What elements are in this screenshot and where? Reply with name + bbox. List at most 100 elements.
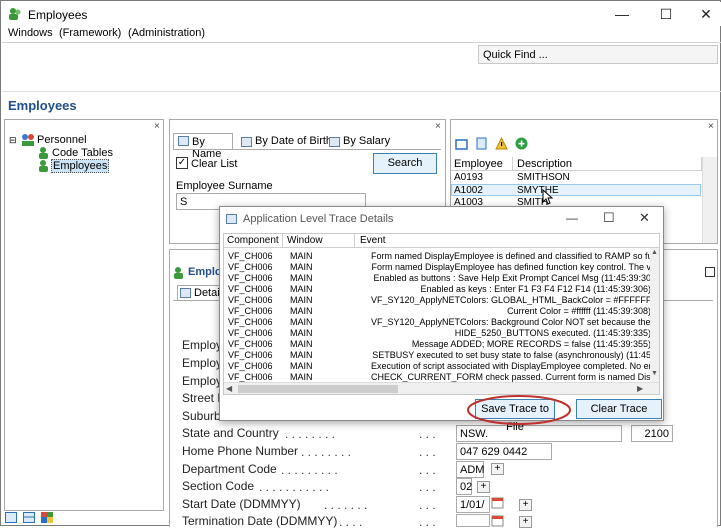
grid-view-icon[interactable] <box>23 512 35 523</box>
start-date-lookup-button[interactable]: + <box>519 499 532 511</box>
leader-dots: . . . <box>419 427 436 441</box>
close-icon[interactable]: × <box>708 121 714 132</box>
main-window: Employees — ☐ ✕ Windows (Framework) (Adm… <box>0 0 721 529</box>
menu-administration[interactable]: (Administration) <box>128 27 205 39</box>
trace-grid: Component Window Event VF_CH006 MAIN Form … <box>223 233 660 395</box>
trace-horizontal-scrollbar[interactable]: ◀ ▶ <box>224 382 659 394</box>
close-icon[interactable]: × <box>154 121 160 132</box>
dialog-icon <box>226 214 237 224</box>
dialog-minimize-button[interactable]: — <box>566 211 578 225</box>
department-lookup-button[interactable]: + <box>491 463 504 475</box>
dialog-close-button[interactable]: ✕ <box>639 210 650 226</box>
table-row[interactable]: A1002 SMYTHE <box>451 184 701 196</box>
trace-component: VF_CH006 <box>228 306 273 316</box>
document-icon[interactable] <box>475 137 488 150</box>
calendar-icon[interactable] <box>491 496 504 509</box>
trace-row[interactable]: VF_CH006 MAIN Form named DisplayEmployee h… <box>224 262 659 273</box>
clear-list-label: Clear List <box>191 158 238 170</box>
trace-row[interactable]: VF_CH006 MAIN Enabled as keys : Enter F1 F… <box>224 284 659 295</box>
trace-row[interactable]: VF_CH006 MAIN HIDE_5250_BUTTONS executed. … <box>224 328 659 339</box>
field-label: Suburb <box>182 409 221 423</box>
trace-vertical-scrollbar[interactable]: ▲ ▼ <box>650 248 659 382</box>
start-date-input[interactable]: 1/01/ <box>456 496 490 513</box>
trace-row[interactable]: VF_CH006 MAIN VF_SY120_ApplyNETColors: GLO… <box>224 295 659 306</box>
clear-list-checkbox[interactable]: ✓ <box>176 157 188 169</box>
start-date-label: Start Date (DDMMYY) <box>182 497 301 511</box>
column-header-component[interactable]: Component <box>227 235 279 246</box>
trace-row[interactable]: VF_CH006 MAIN Execution of script associat… <box>224 361 659 372</box>
add-icon[interactable] <box>515 137 528 150</box>
state-input[interactable]: NSW. <box>456 425 622 442</box>
section-code-label: Section Code <box>182 479 255 493</box>
clear-trace-button[interactable]: Clear Trace <box>576 399 662 419</box>
scroll-right-icon[interactable]: ▶ <box>637 384 643 393</box>
section-lookup-button[interactable]: + <box>477 481 490 493</box>
trace-row[interactable]: VF_CH006 MAIN Current Color = #ffffff (11:… <box>224 306 659 317</box>
trace-window: MAIN <box>290 350 313 360</box>
trace-row[interactable]: VF_CH006 MAIN Enabled as buttons : Save He… <box>224 273 659 284</box>
tab-details[interactable]: Details <box>177 285 228 300</box>
leader-dots: . . . <box>419 480 436 494</box>
colorful-app-icon[interactable] <box>41 512 53 523</box>
list-scrollbar[interactable] <box>702 157 717 243</box>
tab-icon <box>178 136 189 146</box>
page-title: Employees <box>8 98 77 113</box>
tab-by-name[interactable]: By Name <box>173 133 233 160</box>
dialog-maximize-button[interactable]: ☐ <box>603 210 615 226</box>
surname-label: Employee Surname <box>176 180 273 192</box>
trace-window: MAIN <box>290 328 313 338</box>
trace-window: MAIN <box>290 284 313 294</box>
tree-item-employees[interactable]: Employees <box>51 159 110 173</box>
tab-label: By Name <box>192 136 222 160</box>
termination-date-lookup-button[interactable]: + <box>519 516 532 528</box>
tree-item-personnel[interactable]: Personnel <box>37 134 87 146</box>
tab-divider <box>173 149 441 150</box>
scroll-down-icon[interactable]: ▼ <box>651 370 658 377</box>
trace-row[interactable]: VF_CH006 MAIN VF_SY120_ApplyNETColors: Bac… <box>224 317 659 328</box>
search-button[interactable]: Search <box>373 153 437 174</box>
trace-event: Enabled as buttons : Save Help Exit Prom… <box>373 273 652 283</box>
termination-date-input[interactable] <box>456 514 490 527</box>
calendar-icon[interactable] <box>491 514 504 527</box>
leader-dots: . . . <box>419 498 436 512</box>
leader-dots: . . . . <box>339 515 363 529</box>
scroll-up-icon[interactable]: ▲ <box>651 249 658 256</box>
leader-dots: . . . . . . . . . <box>281 463 338 477</box>
warning-icon[interactable] <box>495 137 508 150</box>
trace-component: VF_CH006 <box>228 317 273 327</box>
minimize-button[interactable]: — <box>602 4 642 24</box>
field-label: Employ <box>182 374 223 388</box>
list-view-icon[interactable] <box>455 138 468 151</box>
close-button[interactable]: ✕ <box>686 4 721 24</box>
column-header-window[interactable]: Window <box>287 235 323 246</box>
window-list-icon[interactable] <box>5 512 17 523</box>
menu-windows[interactable]: Windows <box>8 27 53 39</box>
column-header-event[interactable]: Event <box>360 235 386 246</box>
column-header-employee[interactable]: Employee <box>454 158 503 170</box>
trace-event: VF_SY120_ApplyNETColors: Background Colo… <box>371 317 651 327</box>
column-header-description[interactable]: Description <box>517 158 572 170</box>
postcode-input[interactable]: 2100 <box>631 425 673 442</box>
tab-by-salary[interactable]: By Salary <box>325 135 390 150</box>
scroll-left-icon[interactable]: ◀ <box>226 384 232 393</box>
trace-row[interactable]: VF_CH006 MAIN SETBUSY executed to set busy… <box>224 350 659 361</box>
home-phone-input[interactable]: 047 629 0442 <box>456 443 552 460</box>
table-row[interactable]: A0193 SMITHSON <box>451 172 701 184</box>
maximize-button[interactable]: ☐ <box>646 4 686 24</box>
tree-item-code-tables[interactable]: Code Tables <box>52 147 113 159</box>
state-country-label: State and Country <box>182 426 279 440</box>
section-code-input[interactable]: 02 <box>456 478 472 495</box>
department-code-input[interactable]: ADM <box>456 461 484 478</box>
trace-row[interactable]: VF_CH006 MAIN Message ADDED; MORE RECORDS … <box>224 339 659 350</box>
menu-framework[interactable]: (Framework) <box>59 27 121 39</box>
quick-find-button[interactable]: Quick Find ... <box>478 45 718 64</box>
trace-window: MAIN <box>290 361 313 371</box>
scroll-thumb[interactable] <box>238 385 398 393</box>
trace-row[interactable]: VF_CH006 MAIN Form named DisplayEmployee i… <box>224 251 659 262</box>
collapse-icon[interactable]: ⊟ <box>9 135 17 146</box>
trace-component: VF_CH006 <box>228 262 273 272</box>
tab-by-date-of-birth[interactable]: By Date of Birth <box>237 135 332 150</box>
restore-icon[interactable] <box>705 267 715 277</box>
close-icon[interactable]: × <box>435 121 441 132</box>
personnel-icon <box>22 134 34 146</box>
